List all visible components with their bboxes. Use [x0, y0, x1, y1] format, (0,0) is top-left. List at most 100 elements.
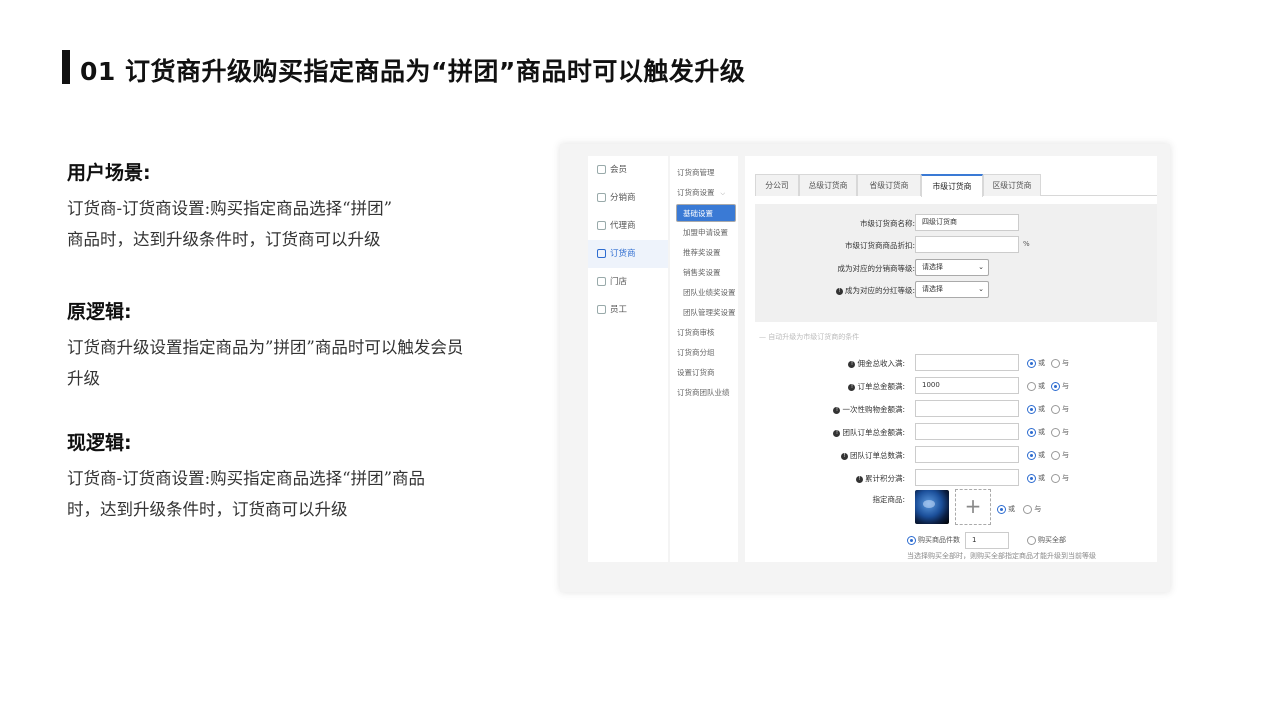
nav-label: 代理商 [610, 221, 636, 231]
discount-label: 市级订货商商品折扣: [844, 241, 915, 250]
subnav-dealer-review[interactable]: 订货商审核 [670, 324, 738, 342]
radio-and[interactable]: 与 [1051, 450, 1069, 460]
nav-item-staff[interactable]: 员工 [588, 296, 668, 324]
percent-unit: % [1023, 240, 1030, 248]
title-accent-bar [62, 50, 70, 84]
tab-city-dealer[interactable]: 市级订货商 [921, 174, 983, 197]
radio-label: 或 [1038, 451, 1045, 459]
section-user-scenario: 用户场景: 订货商-订货商设置:购买指定商品选择“拼团” 商品时，达到升级条件时… [67, 158, 547, 255]
distributor-icon [597, 193, 606, 202]
tab-general-dealer[interactable]: 总级订货商 [799, 174, 857, 196]
radio-dot [997, 504, 1006, 514]
radio-label: 与 [1062, 428, 1069, 436]
add-product-button[interactable]: + [955, 489, 991, 525]
nav-label: 员工 [610, 305, 628, 315]
radio-dot [1051, 404, 1060, 414]
condition-label: ! 团队订单总数满: [745, 450, 905, 461]
buy-all-option[interactable]: 购买全部 [1027, 535, 1066, 545]
radio-or[interactable]: 或 [1027, 450, 1045, 460]
section-heading: 现逻辑: [67, 432, 132, 454]
subnav-team-management[interactable]: 团队管理奖设置 [670, 304, 738, 322]
radio-or[interactable]: 或 [1027, 404, 1045, 414]
agent-icon [597, 221, 606, 230]
nav-item-agent[interactable]: 代理商 [588, 212, 668, 240]
subnav-dealer-group[interactable]: 订货商分组 [670, 344, 738, 362]
radio-or[interactable]: 或 [997, 504, 1015, 514]
select-value: 请选择 [922, 263, 943, 271]
nav-item-dealer[interactable]: 订货商 [588, 240, 668, 268]
subnav-basic-settings[interactable]: 基础设置 [676, 204, 736, 222]
section-line: 订货商-订货商设置:购买指定商品选择“拼团”商品 [67, 469, 426, 488]
nav-item-member[interactable]: 会员 [588, 156, 668, 184]
condition-input[interactable] [915, 469, 1019, 486]
radio-or[interactable]: 或 [1027, 473, 1045, 483]
subnav-dealer-manage[interactable]: 订货商管理 [670, 164, 738, 182]
condition-mode-radios: 或与 [1027, 358, 1075, 368]
condition-input[interactable] [915, 446, 1019, 463]
condition-input[interactable] [915, 354, 1019, 371]
radio-and[interactable]: 与 [1051, 427, 1069, 437]
buy-qty-option[interactable]: 购买商品件数 [907, 535, 960, 545]
section-line: 升级 [67, 369, 100, 388]
name-label: 市级订货商名称: [859, 219, 915, 228]
radio-dot [1023, 504, 1033, 514]
radio-label: 与 [1062, 382, 1069, 390]
radio-dot [1051, 450, 1060, 460]
info-icon: ! [840, 452, 848, 460]
dist-level-label: 成为对应的分销商等级: [837, 264, 915, 273]
conditions-section-title: — 自动升级为市级订货商的条件 [759, 333, 860, 341]
subnav-dealer-team[interactable]: 订货商团队业绩 [670, 384, 738, 402]
condition-mode-radios: 或与 [1027, 450, 1075, 460]
product-mode-radios: 或 与 [997, 504, 1047, 514]
info-icon: ! [833, 406, 841, 414]
discount-input[interactable] [915, 236, 1019, 253]
radio-or[interactable]: 或 [1027, 381, 1045, 391]
label-text: 团队订单总数满: [849, 451, 905, 460]
radio-and[interactable]: 与 [1051, 358, 1069, 368]
condition-label: ! 一次性购物金额满: [745, 404, 905, 415]
subnav-label: 订货商设置 [677, 188, 715, 197]
radio-and[interactable]: 与 [1023, 504, 1041, 514]
condition-input[interactable] [915, 400, 1019, 417]
subnav-dealer-settings[interactable]: 订货商设置 ⌵ [670, 184, 738, 202]
condition-mode-radios: 或与 [1027, 473, 1075, 483]
subnav-referral-reward[interactable]: 推荐奖设置 [670, 244, 738, 262]
buy-qty-input[interactable]: 1 [965, 532, 1009, 549]
select-value: 请选择 [922, 285, 943, 293]
tab-district-dealer[interactable]: 区级订货商 [983, 174, 1041, 196]
dealer-name-input[interactable]: 四级订货商 [915, 214, 1019, 231]
dist-level-select[interactable]: 请选择 ⌄ [915, 259, 989, 276]
condition-input[interactable] [915, 423, 1019, 440]
tab-branch[interactable]: 分公司 [755, 174, 799, 196]
tab-province-dealer[interactable]: 省级订货商 [857, 174, 921, 196]
nav-label: 订货商 [610, 249, 636, 259]
radio-and[interactable]: 与 [1051, 404, 1069, 414]
subnav-set-dealer[interactable]: 设置订货商 [670, 364, 738, 382]
section-old-logic: 原逻辑: 订货商升级设置指定商品为”拼团”商品时可以触发会员 升级 [67, 297, 547, 394]
chevron-down-icon: ⌵ [720, 190, 726, 197]
bonus-level-select[interactable]: 请选择 ⌄ [915, 281, 989, 298]
condition-input[interactable]: 1000 [915, 377, 1019, 394]
nav-item-distributor[interactable]: 分销商 [588, 184, 668, 212]
radio-or[interactable]: 或 [1027, 358, 1045, 368]
nav-item-store[interactable]: 门店 [588, 268, 668, 296]
section-line: 时，达到升级条件时，订货商可以升级 [67, 500, 348, 519]
subnav-team-performance[interactable]: 团队业绩奖设置 [670, 284, 738, 302]
product-thumbnail[interactable] [915, 490, 949, 524]
radio-dot [1027, 381, 1036, 391]
subnav-join-apply[interactable]: 加盟申请设置 [670, 224, 738, 242]
condition-label: ! 佣金总收入满: [745, 358, 905, 369]
slide: 01 订货商升级购买指定商品为“拼团”商品时可以触发升级 用户场景: 订货商-订… [0, 0, 1280, 720]
staff-icon [597, 305, 606, 314]
radio-label: 与 [1062, 451, 1069, 459]
radio-dot [1027, 427, 1036, 437]
subnav-sales-reward[interactable]: 销售奖设置 [670, 264, 738, 282]
radio-dot [907, 535, 916, 545]
nav-label: 会员 [610, 165, 628, 175]
radio-and[interactable]: 与 [1051, 473, 1069, 483]
radio-or[interactable]: 或 [1027, 427, 1045, 437]
radio-and[interactable]: 与 [1051, 381, 1069, 391]
secondary-nav: 订货商管理 订货商设置 ⌵ 基础设置 加盟申请设置 推荐奖设置 销售奖设置 团队业… [670, 156, 738, 562]
chevron-down-icon: ⌄ [978, 285, 984, 293]
radio-dot [1027, 450, 1036, 460]
